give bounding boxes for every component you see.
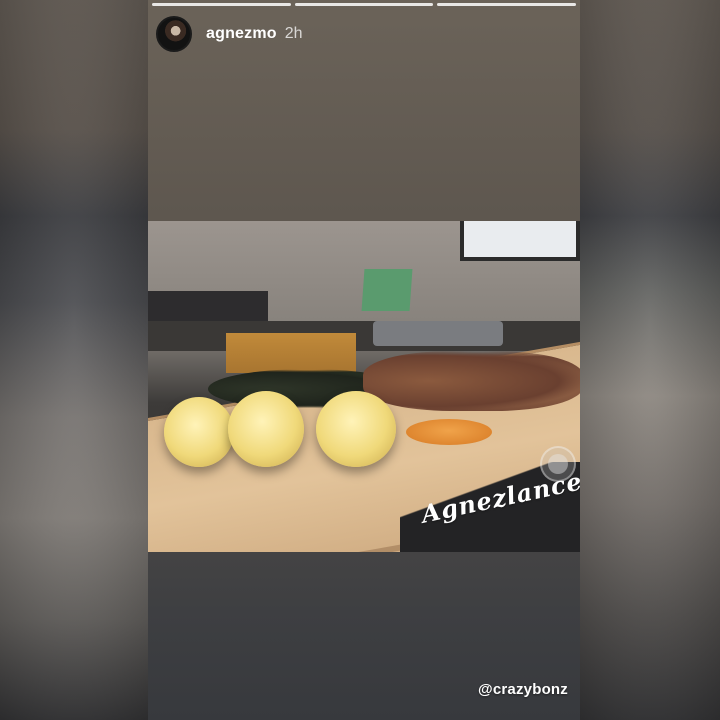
user-block: agnezmo 2h (206, 25, 303, 43)
story-viewer[interactable]: agnezmo 2h Agnezlance @crazybonz (148, 0, 580, 720)
blurred-background-right (580, 0, 720, 720)
story-photo: Agnezlance (148, 221, 580, 552)
photo-counter (148, 321, 580, 351)
post-time: 2h (284, 25, 303, 42)
progress-segment (437, 3, 577, 6)
food-meat (363, 351, 580, 411)
photo-window (460, 221, 580, 261)
photo-sink (373, 321, 503, 346)
story-progress-bar (152, 3, 577, 6)
mention-sticker[interactable]: @crazybonz (478, 681, 568, 698)
photo-green-item (361, 269, 413, 311)
progress-segment (152, 3, 291, 6)
food-corn (228, 391, 304, 467)
food-corn (164, 397, 234, 467)
food-corn (316, 391, 396, 467)
photo-cabinet (226, 333, 356, 373)
progress-segment (294, 3, 434, 6)
food-sauce (406, 419, 492, 445)
blurred-background-left (0, 0, 148, 720)
avatar[interactable] (156, 16, 192, 52)
username-link[interactable]: agnezmo (206, 25, 277, 43)
story-header: agnezmo 2h (156, 16, 303, 52)
